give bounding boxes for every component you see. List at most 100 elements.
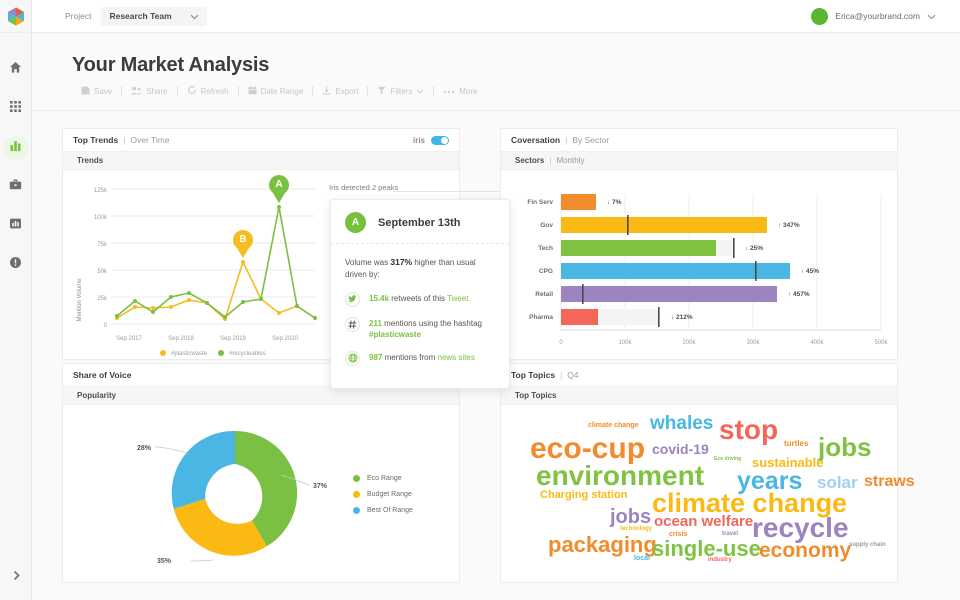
top-trends-header: Top Trends | Over Time iris [63, 129, 459, 151]
peak-marker-b[interactable]: B [233, 230, 253, 258]
legend-swatch [353, 507, 360, 514]
bar-label: Retail [535, 291, 553, 298]
svg-text:Sep 2018: Sep 2018 [168, 336, 194, 342]
project-selector[interactable]: Research Team [101, 7, 206, 26]
bar-row-tech[interactable]: Tech ↓ 25% [538, 238, 763, 258]
word-cloud-term[interactable]: recycle [752, 514, 849, 542]
svg-text:Sep 2017: Sep 2017 [116, 336, 142, 342]
word-cloud-term[interactable]: covid-19 [652, 442, 709, 456]
iris-item-tweet: 15.4k retweets of this Tweet [345, 292, 495, 307]
sectors-subbar-title: Sectors [515, 156, 544, 165]
word-cloud-term[interactable]: straws [864, 474, 915, 490]
app-logo[interactable] [0, 0, 32, 33]
word-cloud-term[interactable]: environment [536, 462, 704, 490]
bar-fill [561, 240, 716, 256]
page-header: Your Market Analysis Save Share Ref [32, 33, 960, 111]
slice-budget-range [174, 499, 267, 556]
date-range-button[interactable]: Date Range [239, 86, 313, 97]
iris-item-value: 15.4k [369, 294, 389, 303]
bar-prev-marker [755, 261, 757, 281]
bar-row-gov[interactable]: Gov ↑ 347% [540, 215, 800, 235]
sidebar-item-alerts[interactable] [4, 253, 28, 277]
word-cloud-term[interactable]: ocean welfare [654, 514, 753, 529]
word-cloud-term[interactable]: whales [650, 414, 713, 433]
word-cloud-term[interactable]: local [634, 555, 650, 562]
sidebar-item-apps[interactable] [4, 97, 28, 121]
filters-button[interactable]: Filters [368, 86, 433, 97]
bar-chart-icon [9, 139, 22, 157]
share-button[interactable]: Share [122, 86, 176, 97]
conversation-panel: Coversation | By Sector Sectors | Monthl… [500, 128, 898, 360]
bar-row-pharma[interactable]: Pharma ↓ 212% [529, 307, 693, 327]
bar-delta: ↓ 7% [607, 199, 622, 206]
more-button-label: More [459, 87, 477, 96]
hashtag-icon [345, 317, 360, 332]
iris-card-date: September 13th [378, 217, 461, 229]
word-cloud-term[interactable]: turtles [784, 440, 808, 448]
svg-text:300k: 300k [746, 340, 760, 346]
expand-sidebar-button[interactable] [0, 564, 32, 590]
chevron-down-icon [190, 7, 199, 25]
share-button-label: Share [146, 87, 167, 96]
sidebar-item-projects[interactable] [4, 175, 28, 199]
top-topics-title: Top Topics [511, 370, 555, 380]
bar-row-cpg[interactable]: CPG ↑ 45% [539, 261, 819, 281]
word-cloud[interactable]: climate changewhalesstopturtlesjobseco-c… [512, 414, 900, 582]
bar-x-ticks: 0 100k 200k 300k 400k 500k [559, 340, 888, 346]
iris-item-link[interactable]: Tweet [447, 294, 468, 303]
word-cloud-term[interactable]: supply chain [849, 542, 886, 548]
word-cloud-term[interactable]: stop [719, 416, 778, 444]
word-cloud-term[interactable]: industry [708, 557, 732, 563]
svg-text:50k: 50k [97, 269, 108, 275]
word-cloud-term[interactable]: economy [759, 540, 851, 561]
bar-delta: ↑ 347% [778, 222, 800, 229]
sectors-subbar-sub: Monthly [556, 156, 584, 165]
bar-label: Tech [538, 245, 553, 252]
legend-item-budget-range[interactable]: Budget Range [353, 491, 413, 498]
account-menu[interactable]: Erica@yourbrand.com [811, 7, 936, 25]
bar-row-retail[interactable]: Retail ↑ 457% [535, 284, 810, 304]
iris-item-news: 987 mentions from news sites [345, 351, 495, 366]
filter-icon [377, 86, 386, 97]
alert-icon [9, 256, 22, 274]
legend-item-best-of-range[interactable]: Best Of Range [353, 507, 413, 514]
bar-row-fin-serv[interactable]: Fin Serv ↓ 7% [527, 194, 621, 210]
bar-fill [561, 217, 767, 233]
page-toolbar: Save Share Refresh Date Ra [72, 85, 486, 97]
sidebar-item-reports[interactable] [4, 214, 28, 238]
iris-item-link[interactable]: news sites [438, 353, 475, 362]
iris-toggle-group: iris [413, 136, 449, 145]
legend-swatch [353, 475, 360, 482]
word-cloud-term[interactable]: Charging station [540, 490, 627, 501]
share-of-voice-title: Share of Voice [73, 370, 131, 380]
sidebar-item-home[interactable] [4, 58, 28, 82]
donut-legend: Eco Range Budget Range Best Of Range [353, 475, 413, 514]
peak-marker-a[interactable]: A [269, 175, 289, 203]
iris-card-header: A September 13th [331, 200, 509, 244]
iris-insight-card[interactable]: A September 13th Volume was 317% higher … [330, 199, 510, 389]
save-button[interactable]: Save [72, 86, 121, 97]
sectors-bar-chart[interactable]: Fin Serv ↓ 7% Gov ↑ 347% Tech ↓ 25% [501, 170, 897, 358]
ellipsis-icon [443, 87, 455, 96]
iris-toggle[interactable] [431, 136, 449, 145]
iris-card-lead: Volume was 317% higher than usual driven… [345, 256, 495, 282]
word-cloud-term[interactable]: packaging [548, 534, 657, 556]
word-cloud-term[interactable]: single-use [652, 538, 761, 560]
iris-card-body: Volume was 317% higher than usual driven… [331, 244, 509, 366]
bar-label: Fin Serv [527, 199, 553, 206]
bar-label: Gov [540, 222, 553, 229]
top-topics-subbar: Top Topics [501, 386, 897, 405]
rail-item-list [4, 33, 28, 277]
refresh-button[interactable]: Refresh [178, 85, 238, 97]
iris-item-link[interactable]: #plasticwaste [369, 330, 421, 339]
left-nav-rail [0, 0, 32, 600]
word-cloud-term[interactable]: climate change [588, 422, 639, 429]
word-cloud-term[interactable]: jobs [818, 434, 871, 460]
share-of-voice-panel: Share of Voice Popularity 37% 35% 28% [62, 363, 460, 583]
sidebar-item-analytics[interactable] [4, 136, 28, 160]
word-cloud-term[interactable]: jobs [610, 507, 651, 527]
legend-item-eco-range[interactable]: Eco Range [353, 475, 413, 482]
word-cloud-term[interactable]: Eco driving [714, 457, 741, 462]
more-button[interactable]: More [434, 87, 486, 96]
export-button[interactable]: Export [313, 86, 367, 97]
